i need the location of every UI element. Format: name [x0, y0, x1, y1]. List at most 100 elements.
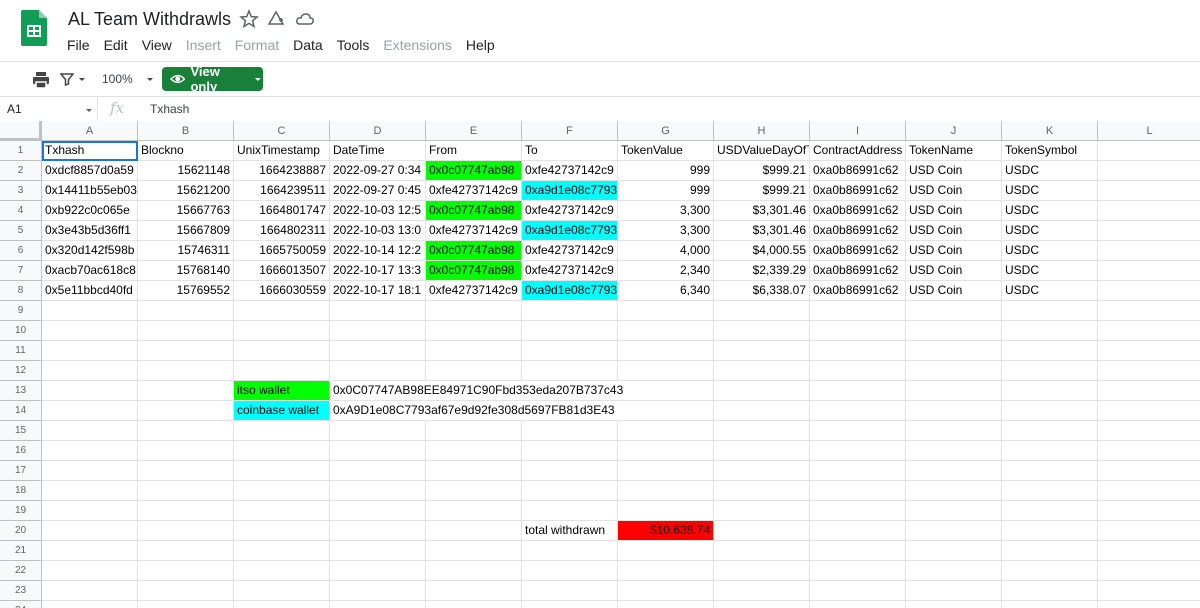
empty-cell[interactable]: [618, 301, 714, 321]
empty-cell[interactable]: [810, 341, 906, 361]
table-cell[interactable]: USD Coin: [906, 161, 1002, 181]
empty-cell[interactable]: [522, 481, 618, 501]
empty-cell[interactable]: [426, 321, 522, 341]
table-cell[interactable]: 0xa9d1e08c7793: [522, 221, 618, 241]
empty-cell[interactable]: [138, 541, 234, 561]
empty-cell[interactable]: [906, 381, 1002, 401]
empty-cell[interactable]: [810, 381, 906, 401]
table-cell[interactable]: 1665750059: [234, 241, 330, 261]
row-header-10[interactable]: 10: [0, 321, 42, 341]
empty-cell[interactable]: [138, 581, 234, 601]
empty-cell[interactable]: [138, 301, 234, 321]
empty-cell[interactable]: [810, 481, 906, 501]
empty-cell[interactable]: [138, 601, 234, 608]
empty-cell[interactable]: [330, 361, 426, 381]
empty-cell[interactable]: [330, 321, 426, 341]
row-header-21[interactable]: 21: [0, 541, 42, 561]
row-header-18[interactable]: 18: [0, 481, 42, 501]
table-cell[interactable]: 0x0c07747ab98: [426, 201, 522, 221]
empty-cell[interactable]: [906, 361, 1002, 381]
empty-cell[interactable]: [906, 541, 1002, 561]
header-cell[interactable]: Txhash: [42, 141, 138, 161]
table-cell[interactable]: $999.21: [714, 161, 810, 181]
empty-cell[interactable]: [1002, 401, 1098, 421]
table-cell[interactable]: $2,339.29: [714, 261, 810, 281]
empty-cell[interactable]: [810, 301, 906, 321]
empty-cell[interactable]: [330, 541, 426, 561]
table-cell[interactable]: $6,338.07: [714, 281, 810, 301]
empty-cell[interactable]: [714, 401, 810, 421]
empty-cell[interactable]: [714, 501, 810, 521]
empty-cell[interactable]: [714, 361, 810, 381]
empty-cell[interactable]: [330, 421, 426, 441]
column-header-f[interactable]: F: [522, 121, 618, 141]
empty-cell[interactable]: [810, 501, 906, 521]
table-cell[interactable]: USD Coin: [906, 241, 1002, 261]
empty-cell[interactable]: [714, 521, 810, 541]
row-header-19[interactable]: 19: [0, 501, 42, 521]
table-cell[interactable]: 3,300: [618, 221, 714, 241]
empty-cell[interactable]: [42, 441, 138, 461]
empty-cell[interactable]: [810, 361, 906, 381]
empty-cell[interactable]: [234, 501, 330, 521]
column-header-c[interactable]: C: [234, 121, 330, 141]
empty-cell[interactable]: [1098, 381, 1200, 401]
empty-cell[interactable]: [234, 481, 330, 501]
table-cell[interactable]: 15769552: [138, 281, 234, 301]
empty-cell[interactable]: [1098, 241, 1200, 261]
empty-cell[interactable]: [618, 561, 714, 581]
empty-cell[interactable]: [138, 561, 234, 581]
table-cell[interactable]: 0xfe42737142c9: [522, 261, 618, 281]
table-cell[interactable]: 0xa0b86991c62: [810, 161, 906, 181]
table-cell[interactable]: 0xfe42737142c9: [426, 281, 522, 301]
table-cell[interactable]: 2022-10-17 13:3: [330, 261, 426, 281]
column-header-i[interactable]: I: [810, 121, 906, 141]
wallet-label[interactable]: coinbase wallet: [234, 401, 330, 421]
empty-cell[interactable]: [810, 521, 906, 541]
empty-cell[interactable]: [138, 341, 234, 361]
empty-cell[interactable]: [426, 601, 522, 608]
move-to-drive-icon[interactable]: [266, 9, 286, 29]
table-cell[interactable]: 0xfe42737142c9: [426, 221, 522, 241]
wallet-address[interactable]: 0x0C07747AB98EE84971C90Fbd353eda207B737c…: [330, 381, 714, 401]
empty-cell[interactable]: [618, 321, 714, 341]
empty-cell[interactable]: [42, 521, 138, 541]
row-header-6[interactable]: 6: [0, 241, 42, 261]
empty-cell[interactable]: [522, 321, 618, 341]
empty-cell[interactable]: [426, 461, 522, 481]
empty-cell[interactable]: [714, 341, 810, 361]
empty-cell[interactable]: [234, 441, 330, 461]
empty-cell[interactable]: [138, 321, 234, 341]
column-header-h[interactable]: H: [714, 121, 810, 141]
empty-cell[interactable]: [138, 461, 234, 481]
empty-cell[interactable]: [234, 461, 330, 481]
row-header-2[interactable]: 2: [0, 161, 42, 181]
empty-cell[interactable]: [138, 381, 234, 401]
table-cell[interactable]: USDC: [1002, 261, 1098, 281]
row-header-7[interactable]: 7: [0, 261, 42, 281]
table-cell[interactable]: 0xacb70ac618c8: [42, 261, 138, 281]
empty-cell[interactable]: [1002, 501, 1098, 521]
empty-cell[interactable]: [42, 501, 138, 521]
empty-cell[interactable]: [1098, 401, 1200, 421]
empty-cell[interactable]: [1098, 161, 1200, 181]
empty-cell[interactable]: [1098, 581, 1200, 601]
empty-cell[interactable]: [618, 341, 714, 361]
empty-cell[interactable]: [1002, 301, 1098, 321]
table-cell[interactable]: 15768140: [138, 261, 234, 281]
empty-cell[interactable]: [1002, 581, 1098, 601]
empty-cell[interactable]: [906, 341, 1002, 361]
table-cell[interactable]: 0x0c07747ab98: [426, 241, 522, 261]
empty-cell[interactable]: [810, 601, 906, 608]
table-cell[interactable]: USD Coin: [906, 281, 1002, 301]
empty-cell[interactable]: [42, 461, 138, 481]
empty-cell[interactable]: [1098, 141, 1200, 161]
table-cell[interactable]: 0xa0b86991c62: [810, 241, 906, 261]
table-cell[interactable]: 1666013507: [234, 261, 330, 281]
table-cell[interactable]: 15746311: [138, 241, 234, 261]
table-cell[interactable]: 0xa0b86991c62: [810, 261, 906, 281]
empty-cell[interactable]: [42, 421, 138, 441]
empty-cell[interactable]: [1098, 441, 1200, 461]
table-cell[interactable]: 1664801747: [234, 201, 330, 221]
empty-cell[interactable]: [906, 601, 1002, 608]
